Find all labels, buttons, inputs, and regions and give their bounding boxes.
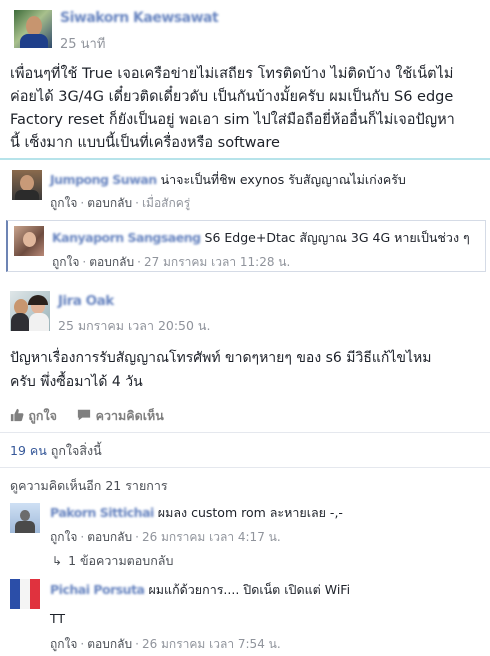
like-action-label: ถูกใจ [28,408,57,423]
comment-text-line-2: TT [50,611,66,626]
likes-summary[interactable]: 19 คน ถูกใจสิ่งนี้ [10,441,102,461]
separator-dot: · [80,637,85,651]
comment-timestamp[interactable]: 27 มกราคม เวลา 11:28 น. [144,255,290,269]
separator-dot: · [135,196,139,210]
replies-count: 1 ข้อความตอบกลับ [68,553,174,568]
post-author-avatar[interactable] [10,291,50,331]
post-body-line: ค่อยได้ 3G/4G เดี๋ยวติดเดี๋ยวดับ เป็นกัน… [10,89,454,105]
comment-bubble-icon [78,409,91,421]
comment-author-name[interactable]: Pichai Porsuta [50,582,145,597]
comment-content: Pichai Porsuta ผมแก้ด้วยการ.... ปิดเน็ต … [50,580,350,600]
post-body-line: Factory reset ก็ยังเป็นอยู่ พอเอา sim ไป… [10,112,455,128]
section-divider [0,158,490,160]
post-body: เพื่อนๆที่ใช้ True เจอเครือข่ายไม่เสถียร… [10,63,486,155]
comment-avatar[interactable] [10,503,40,533]
comment-text: ผมแก้ด้วยการ.... ปิดเน็ต เปิดแต่ WiFi [148,582,351,597]
divider [0,467,490,468]
comment-actions: ถูกใจ · ตอบกลับ · เมื่อสักครู่ [50,192,190,213]
comment-avatar[interactable] [10,579,40,609]
comment-content: Pakorn Sittichai ผมลง custom rom ละหายเล… [50,503,343,523]
separator-dot: · [137,255,141,269]
comment-actions: ถูกใจ · ตอบกลับ · 27 มกราคม เวลา 11:28 น. [52,251,290,272]
comment-timestamp[interactable]: 26 มกราคม เวลา 7:54 น. [142,637,281,651]
post-author-name[interactable]: Jira Oak [58,293,114,309]
separator-dot: · [135,637,139,651]
separator-dot: · [135,530,139,544]
comment-timestamp[interactable]: เมื่อสักครู่ [142,196,190,210]
post-action-bar: ถูกใจ ความคิดเห็น [10,406,164,426]
post-body-line: ครับ พึ่งซื้อมาได้ 4 วัน [10,374,143,390]
likes-count[interactable]: 19 คน [10,443,47,458]
comment-reply-link[interactable]: ตอบกลับ [87,637,132,651]
comment-like-link[interactable]: ถูกใจ [50,196,77,210]
comment-action-button[interactable]: ความคิดเห็น [77,408,164,423]
comment-avatar[interactable] [14,226,44,256]
comment-author-name[interactable]: Kanyaporn Sangsaeng [52,230,201,245]
comment-action-label: ความคิดเห็น [95,408,164,423]
comment-reply-link[interactable]: ตอบกลับ [89,255,134,269]
post-author-name[interactable]: Siwakorn Kaewsawat [60,10,219,26]
post-author-avatar[interactable] [14,10,52,48]
comment-like-link[interactable]: ถูกใจ [50,637,77,651]
post-body: ปัญหาเรื่องการรับสัญญาณโทรศัพท์ ขาดๆหายๆ… [10,346,486,394]
comment-reply-link[interactable]: ตอบกลับ [87,196,132,210]
comment-like-link[interactable]: ถูกใจ [50,530,77,544]
comment-content: Kanyaporn Sangsaeng S6 Edge+Dtac สัญญาณ … [52,228,470,248]
thumbs-up-icon [10,408,24,422]
comment-reply-link[interactable]: ตอบกลับ [87,530,132,544]
comment-avatar[interactable] [12,170,42,200]
separator-dot: · [82,255,87,269]
comment-actions: ถูกใจ · ตอบกลับ · 26 มกราคม เวลา 4:17 น. [50,526,281,547]
likes-suffix: ถูกใจสิ่งนี้ [50,443,102,458]
post-timestamp[interactable]: 25 มกราคม เวลา 20:50 น. [58,316,210,336]
post-timestamp[interactable]: 25 นาที [60,33,105,54]
view-replies-link[interactable]: ↳ 1 ข้อความตอบกลับ [52,551,173,571]
separator-dot: · [80,530,85,544]
post-body-line: นี้ เซ็งมาก แบบนี้เป็นที่เครื่องหรือ sof… [10,135,280,151]
separator-dot: · [80,196,85,210]
divider [0,432,490,433]
like-action-button[interactable]: ถูกใจ [10,408,61,423]
view-more-comments-link[interactable]: ดูความคิดเห็นอีก 21 รายการ [10,476,168,496]
comment-author-name[interactable]: Pakorn Sittichai [50,505,154,520]
comment-content: Jumpong Suwan น่าจะเป็นที่ชิพ exynos รับ… [50,170,406,190]
comment-like-link[interactable]: ถูกใจ [52,255,79,269]
reply-arrow-icon: ↳ [52,554,63,568]
comment-text: S6 Edge+Dtac สัญญาณ 3G 4G หายเป็นช่วง ๆ [204,230,470,245]
comment-timestamp[interactable]: 26 มกราคม เวลา 4:17 น. [142,530,281,544]
post-body-line: เพื่อนๆที่ใช้ True เจอเครือข่ายไม่เสถียร… [10,66,454,82]
comment-actions: ถูกใจ · ตอบกลับ · 26 มกราคม เวลา 7:54 น. [50,633,281,654]
comment-text: น่าจะเป็นที่ชิพ exynos รับสัญญาณไม่เก่งค… [160,172,406,187]
post-body-line: ปัญหาเรื่องการรับสัญญาณโทรศัพท์ ขาดๆหายๆ… [10,350,432,366]
comment-author-name[interactable]: Jumpong Suwan [50,172,157,187]
comment-text: ผมลง custom rom ละหายเลย -,- [157,505,343,520]
